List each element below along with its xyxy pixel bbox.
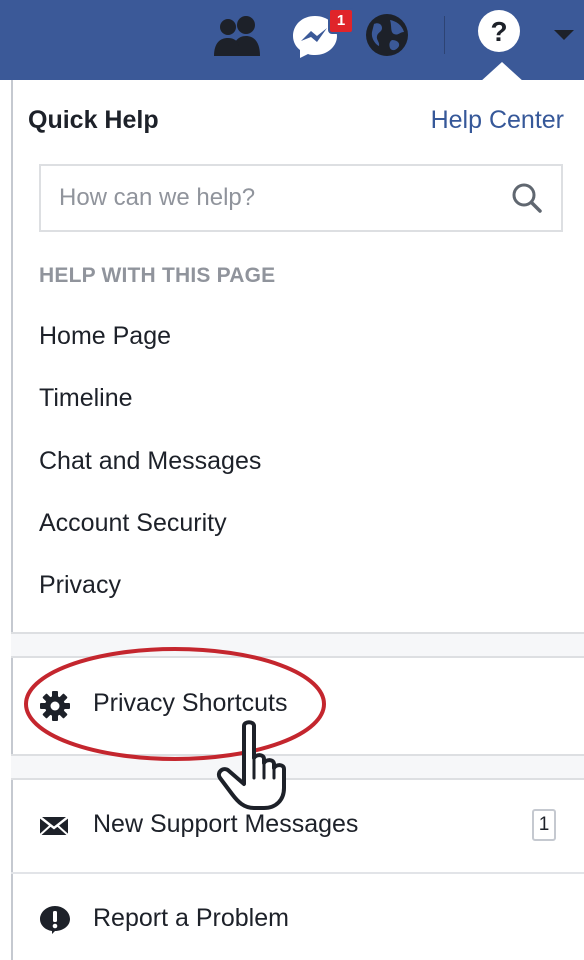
help-item-account-security[interactable]: Account Security — [39, 509, 227, 538]
panel-pointer — [480, 62, 524, 82]
help-item-home-page[interactable]: Home Page — [39, 322, 171, 351]
alert-icon — [40, 906, 70, 934]
hand-cursor — [217, 720, 286, 810]
privacy-shortcuts-link[interactable]: Privacy Shortcuts — [93, 689, 288, 718]
caret-down-icon[interactable] — [552, 28, 576, 42]
row-divider — [11, 872, 584, 874]
svg-text:?: ? — [490, 16, 507, 47]
help-item-chat-messages[interactable]: Chat and Messages — [39, 447, 261, 476]
help-icon[interactable]: ? — [476, 8, 522, 54]
support-messages-link[interactable]: New Support Messages — [93, 810, 358, 839]
quick-help-title: Quick Help — [28, 106, 159, 134]
help-search-input[interactable] — [59, 166, 499, 230]
search-icon[interactable] — [511, 182, 543, 214]
help-item-timeline[interactable]: Timeline — [39, 384, 133, 413]
friends-icon[interactable] — [212, 14, 266, 56]
section-heading: HELP WITH THIS PAGE — [39, 264, 276, 287]
help-center-link[interactable]: Help Center — [431, 106, 564, 135]
help-item-privacy[interactable]: Privacy — [39, 571, 121, 600]
envelope-icon — [39, 816, 69, 836]
help-search-box — [39, 164, 563, 232]
nav-divider — [444, 16, 445, 54]
report-problem-link[interactable]: Report a Problem — [93, 904, 289, 933]
globe-icon[interactable] — [364, 12, 410, 58]
section-gap — [11, 632, 584, 658]
gear-icon — [40, 691, 70, 721]
support-count-badge: 1 — [532, 809, 556, 841]
notification-badge: 1 — [328, 8, 354, 34]
